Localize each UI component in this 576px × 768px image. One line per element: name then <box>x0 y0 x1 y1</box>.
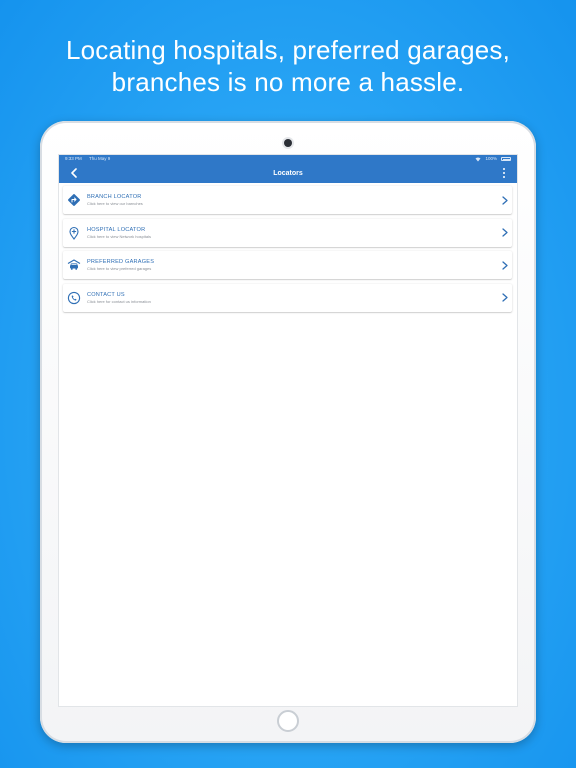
chevron-right-icon <box>500 227 510 239</box>
battery-icon <box>501 157 511 161</box>
directions-sign-icon <box>67 193 81 207</box>
list-item-title: PREFERRED GARAGES <box>87 259 155 265</box>
page-title: Locators <box>273 169 303 177</box>
list-item-subtitle: Click here to view Network hospitals <box>87 233 152 239</box>
headline-line-1: Locating hospitals, preferred garages, <box>65 35 511 65</box>
chevron-left-icon <box>70 168 77 178</box>
list-item-subtitle: Click here to view our barnches <box>87 201 143 206</box>
app-screen: 9:33 PM Thu May 9 100% Locators BRANCH L… <box>58 154 518 707</box>
headline: Locating hospitals, preferred garages, b… <box>0 34 576 98</box>
list-item-preferred-garages[interactable]: PREFERRED GARAGES Click here to view pre… <box>63 251 512 279</box>
status-date: Thu May 9 <box>89 156 111 161</box>
tablet-frame: 9:33 PM Thu May 9 100% Locators BRANCH L… <box>40 121 536 743</box>
list-item-subtitle: Click here to view preferred garages <box>87 266 152 271</box>
battery-percent: 100% <box>485 156 497 161</box>
list-item-title: CONTACT US <box>87 291 125 298</box>
back-button[interactable] <box>67 167 79 179</box>
camera-icon <box>284 139 292 147</box>
chevron-right-icon <box>500 194 510 206</box>
headline-line-2: branches is no more a hassle. <box>111 67 465 97</box>
status-bar: 9:33 PM Thu May 9 100% <box>59 155 517 163</box>
list-item-hospital-locator[interactable]: HOSPITAL LOCATOR Click here to view Netw… <box>63 218 512 247</box>
list-item-subtitle: Click here for contact us information <box>87 298 151 304</box>
home-button[interactable] <box>277 710 299 732</box>
more-vertical-icon <box>503 168 505 170</box>
chevron-right-icon <box>500 259 510 271</box>
chevron-right-icon <box>500 292 510 304</box>
status-time: 9:33 PM <box>65 156 82 161</box>
list-item-contact-us[interactable]: CONTACT US Click here for contact us inf… <box>63 283 512 312</box>
list-item-title: BRANCH LOCATOR <box>87 194 142 200</box>
wifi-icon <box>475 157 481 161</box>
garage-icon <box>67 258 81 272</box>
more-options-button[interactable] <box>501 168 507 178</box>
contact-phone-icon <box>67 291 81 305</box>
locator-list: BRANCH LOCATOR Click here to view our ba… <box>59 183 517 312</box>
list-item-branch-locator[interactable]: BRANCH LOCATOR Click here to view our ba… <box>63 186 512 214</box>
hospital-pin-icon <box>67 226 81 240</box>
nav-bar: Locators <box>59 163 517 183</box>
list-item-title: HOSPITAL LOCATOR <box>87 226 146 233</box>
